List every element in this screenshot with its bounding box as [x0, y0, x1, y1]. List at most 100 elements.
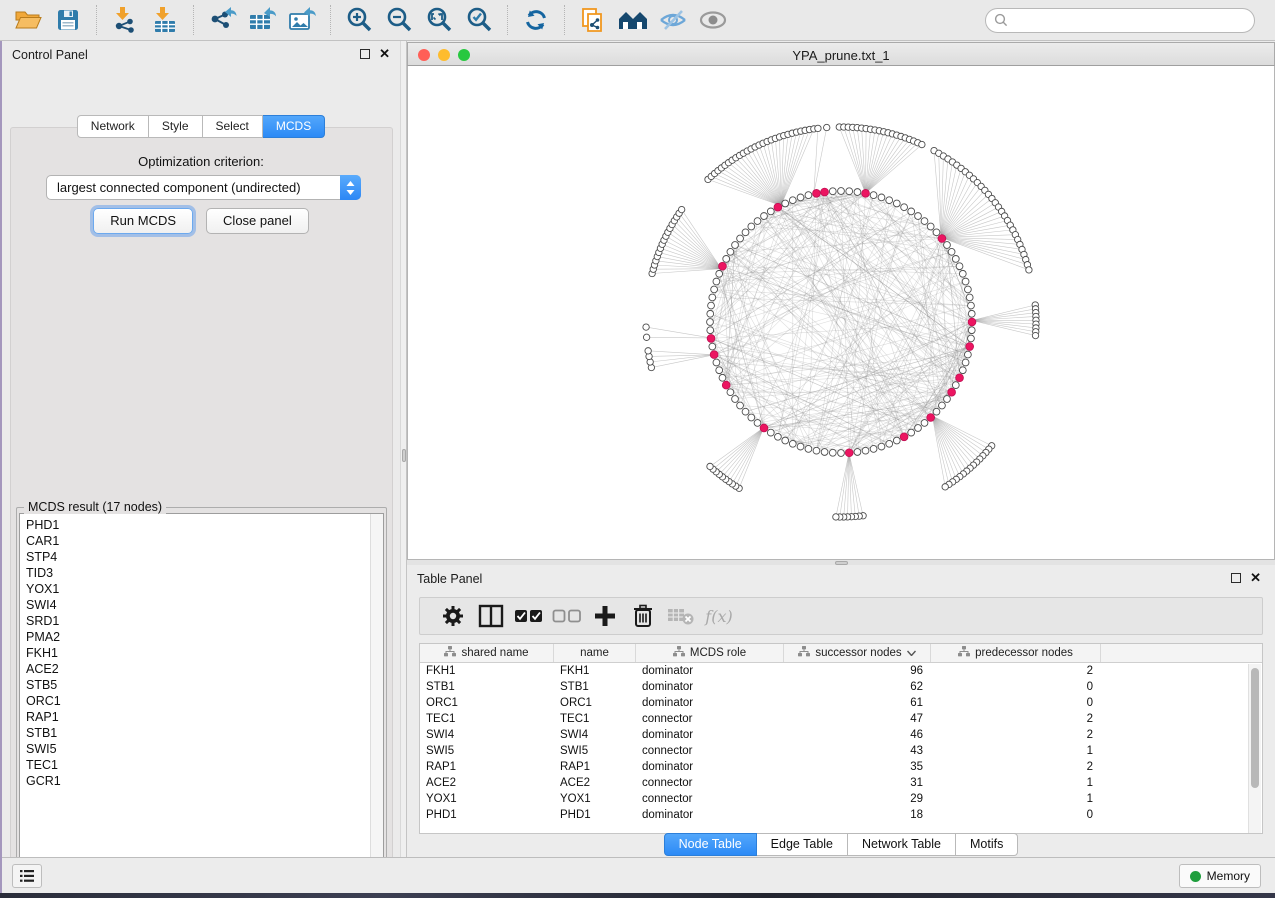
hide-selected-icon[interactable]: [656, 5, 690, 35]
table-row[interactable]: RAP1RAP1dominator352: [420, 759, 1262, 775]
mcds-result-item[interactable]: TEC1: [20, 757, 383, 773]
import-table-icon[interactable]: [148, 5, 182, 35]
table-cell: 1: [931, 745, 1101, 757]
split-panel-icon[interactable]: [472, 601, 510, 631]
mcds-result-item[interactable]: CAR1: [20, 533, 383, 549]
mcds-result-item[interactable]: PMA2: [20, 629, 383, 645]
table-row[interactable]: SWI5SWI5connector431: [420, 743, 1262, 759]
table-cell: 1: [931, 777, 1101, 789]
column-header-predecessor-nodes[interactable]: predecessor nodes: [931, 644, 1101, 662]
mcds-result-item[interactable]: ACE2: [20, 661, 383, 677]
mcds-result-item[interactable]: GCR1: [20, 773, 383, 789]
tab-network[interactable]: Network: [77, 115, 149, 138]
table-row[interactable]: STB1STB1dominator620: [420, 679, 1262, 695]
mcds-result-item[interactable]: SWI5: [20, 741, 383, 757]
attribute-type-icon: [673, 646, 685, 660]
close-panel-icon[interactable]: ✕: [379, 49, 390, 59]
select-all-icon[interactable]: [510, 601, 548, 631]
node-table[interactable]: shared namenameMCDS rolesuccessor nodesp…: [419, 643, 1263, 834]
add-row-icon[interactable]: [586, 601, 624, 631]
export-image-icon[interactable]: [285, 5, 319, 35]
splitter-handle[interactable]: [402, 449, 406, 462]
delete-row-icon[interactable]: [624, 601, 662, 631]
table-row[interactable]: ORC1ORC1dominator610: [420, 695, 1262, 711]
close-panel-icon[interactable]: ✕: [1250, 573, 1261, 583]
settings-icon[interactable]: [434, 601, 472, 631]
table-panel-tabs: Node TableEdge TableNetwork TableMotifs: [407, 833, 1275, 856]
mcds-result-item[interactable]: TID3: [20, 565, 383, 581]
table-cell: SWI4: [554, 729, 636, 741]
column-header-MCDS-role[interactable]: MCDS role: [636, 644, 784, 662]
float-panel-icon[interactable]: [1231, 573, 1241, 583]
mcds-result-item[interactable]: STP4: [20, 549, 383, 565]
column-header-successor-nodes[interactable]: successor nodes: [784, 644, 931, 662]
float-panel-icon[interactable]: [360, 49, 370, 59]
zoom-selected-icon[interactable]: [462, 5, 496, 35]
tab-network-table[interactable]: Network Table: [848, 833, 956, 856]
attribute-type-icon: [444, 646, 456, 660]
vertical-splitter[interactable]: [400, 41, 407, 857]
table-panel-title: Table Panel: [417, 572, 482, 586]
mcds-result-item[interactable]: STB5: [20, 677, 383, 693]
close-panel-button[interactable]: Close panel: [206, 208, 309, 234]
mcds-result-item[interactable]: ORC1: [20, 693, 383, 709]
table-scrollbar-thumb[interactable]: [1251, 668, 1259, 788]
mcds-result-item[interactable]: PHD1: [20, 517, 383, 533]
toolbar-separator: [330, 5, 331, 35]
tab-node-table[interactable]: Node Table: [664, 833, 757, 856]
tab-motifs[interactable]: Motifs: [956, 833, 1018, 856]
search-icon: [994, 13, 1008, 32]
table-cell: 2: [931, 729, 1101, 741]
zoom-in-icon[interactable]: [342, 5, 376, 35]
column-header-name[interactable]: name: [554, 644, 636, 662]
table-row[interactable]: SWI4SWI4dominator462: [420, 727, 1262, 743]
mcds-result-list[interactable]: PHD1CAR1STP4TID3YOX1SWI4SRD1PMA2FKH1ACE2…: [19, 513, 384, 877]
show-all-icon[interactable]: [696, 5, 730, 35]
deselect-all-icon[interactable]: [548, 601, 586, 631]
table-cell: 0: [931, 697, 1101, 709]
save-session-icon[interactable]: [51, 5, 85, 35]
tab-mcds[interactable]: MCDS: [263, 115, 325, 138]
result-list-scrollbar[interactable]: [370, 514, 383, 876]
memory-button[interactable]: Memory: [1179, 864, 1261, 888]
table-cell: PHD1: [554, 809, 636, 821]
mcds-result-item[interactable]: RAP1: [20, 709, 383, 725]
mcds-result-item[interactable]: SRD1: [20, 613, 383, 629]
table-row[interactable]: FKH1FKH1dominator962: [420, 663, 1262, 679]
app-frame: Control Panel ✕ NetworkStyleSelectMCDS O…: [0, 0, 1275, 893]
table-row[interactable]: TEC1TEC1connector472: [420, 711, 1262, 727]
mcds-result-item[interactable]: YOX1: [20, 581, 383, 597]
mcds-result-item[interactable]: FKH1: [20, 645, 383, 661]
memory-label: Memory: [1207, 869, 1250, 883]
network-view-window: YPA_prune.txt_1: [407, 41, 1275, 560]
tab-edge-table[interactable]: Edge Table: [757, 833, 848, 856]
task-history-button[interactable]: [12, 864, 42, 888]
import-network-icon[interactable]: [108, 5, 142, 35]
zoom-fit-icon[interactable]: [422, 5, 456, 35]
refresh-icon[interactable]: [519, 5, 553, 35]
table-cell: STB1: [554, 681, 636, 693]
table-cell: connector: [636, 713, 784, 725]
first-neighbors-icon[interactable]: [616, 5, 650, 35]
table-row[interactable]: PHD1PHD1dominator180: [420, 807, 1262, 823]
export-network-icon[interactable]: [205, 5, 239, 35]
mcds-result-item[interactable]: SWI4: [20, 597, 383, 613]
table-row[interactable]: ACE2ACE2connector311: [420, 775, 1262, 791]
open-file-icon[interactable]: [11, 5, 45, 35]
criterion-dropdown[interactable]: largest connected component (undirected): [46, 175, 361, 200]
mcds-result-item[interactable]: STB1: [20, 725, 383, 741]
table-cell: dominator: [636, 681, 784, 693]
search-input[interactable]: [985, 8, 1255, 33]
column-header-shared-name[interactable]: shared name: [420, 644, 554, 662]
network-canvas[interactable]: [407, 66, 1275, 560]
table-cell: FKH1: [554, 665, 636, 677]
table-row[interactable]: YOX1YOX1connector291: [420, 791, 1262, 807]
tab-style[interactable]: Style: [149, 115, 203, 138]
table-scrollbar[interactable]: [1248, 664, 1261, 833]
zoom-out-icon[interactable]: [382, 5, 416, 35]
duplicate-network-icon[interactable]: [576, 5, 610, 35]
network-window-titlebar[interactable]: YPA_prune.txt_1: [407, 42, 1275, 66]
export-table-icon[interactable]: [245, 5, 279, 35]
tab-select[interactable]: Select: [203, 115, 263, 138]
run-mcds-button[interactable]: Run MCDS: [93, 208, 193, 234]
